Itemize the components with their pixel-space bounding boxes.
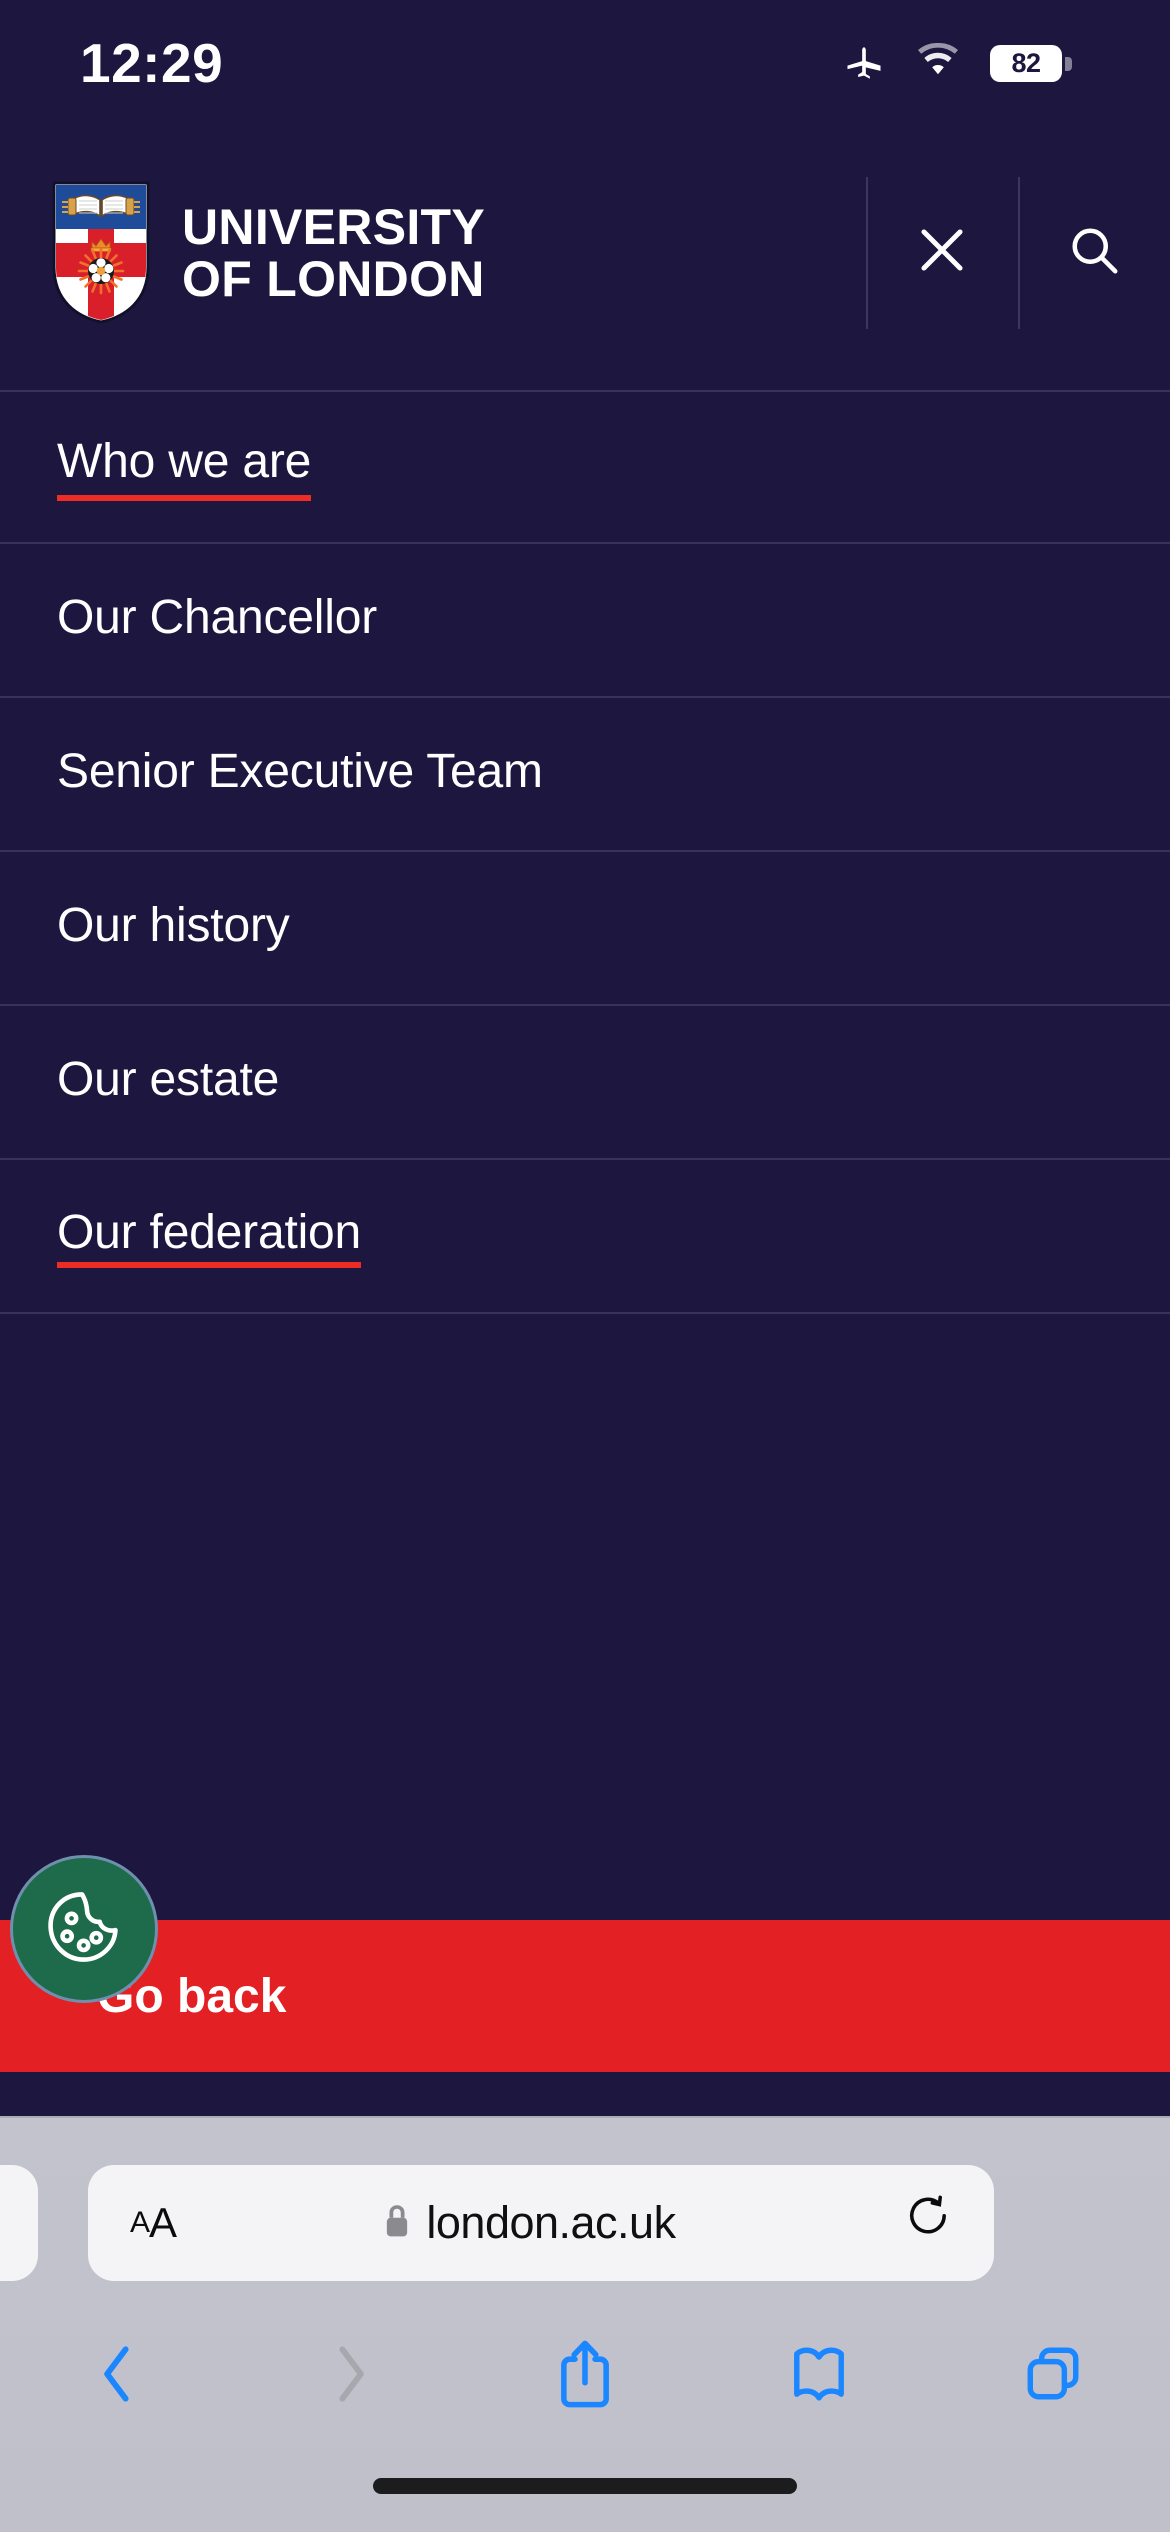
bookmarks-button[interactable] bbox=[702, 2342, 936, 2411]
status-icons: 82 bbox=[842, 39, 1072, 88]
safari-toolbar bbox=[0, 2316, 1170, 2436]
university-of-london-crest-icon bbox=[52, 181, 150, 324]
menu-item-label: Our estate bbox=[57, 1052, 280, 1106]
brand-wordmark: UNIVERSITY OF LONDON bbox=[182, 201, 485, 305]
chevron-right-icon bbox=[324, 2342, 378, 2411]
menu-item-our-estate[interactable]: Our estate bbox=[0, 1006, 1170, 1160]
search-button[interactable] bbox=[1018, 176, 1170, 329]
brand-lockup[interactable]: UNIVERSITY OF LONDON bbox=[52, 181, 485, 324]
menu-item-senior-executive-team[interactable]: Senior Executive Team bbox=[0, 698, 1170, 852]
battery-tip bbox=[1065, 56, 1072, 71]
go-back-bar[interactable]: Go back bbox=[0, 1920, 1170, 2072]
reload-button[interactable] bbox=[864, 2194, 994, 2253]
close-menu-button[interactable] bbox=[866, 176, 1018, 329]
cookie-icon bbox=[38, 1881, 130, 1978]
menu-item-label: Our history bbox=[57, 898, 290, 952]
battery-indicator: 82 bbox=[990, 45, 1072, 82]
text-size-big-a: A bbox=[149, 2199, 177, 2246]
text-size-small-a: A bbox=[129, 2206, 150, 2239]
adjacent-tab-peek[interactable] bbox=[0, 2165, 38, 2281]
lock-icon bbox=[382, 2203, 412, 2244]
share-button[interactable] bbox=[468, 2337, 702, 2416]
header-actions bbox=[866, 176, 1170, 329]
phone-screen: 12:29 82 UNIVERSITY OF LONDON Who we are… bbox=[0, 0, 1170, 2532]
menu-item-our-chancellor[interactable]: Our Chancellor bbox=[0, 544, 1170, 698]
menu-item-label: Who we are bbox=[57, 434, 311, 501]
search-icon bbox=[1064, 220, 1124, 285]
safari-bottom-bar: AA london.ac.uk bbox=[0, 2116, 1170, 2532]
brand-line-2: OF LONDON bbox=[182, 250, 485, 307]
status-bar: 12:29 82 bbox=[0, 0, 1170, 115]
mobile-menu-list: Who we are Our Chancellor Senior Executi… bbox=[0, 390, 1170, 1314]
home-indicator bbox=[373, 2478, 797, 2494]
reload-icon bbox=[903, 2194, 955, 2253]
menu-item-who-we-are[interactable]: Who we are bbox=[0, 390, 1170, 544]
close-icon bbox=[911, 219, 973, 286]
menu-item-label: Our federation bbox=[57, 1205, 361, 1268]
wifi-icon bbox=[914, 42, 962, 84]
book-icon bbox=[788, 2342, 850, 2411]
tabs-button[interactable] bbox=[936, 2342, 1170, 2411]
forward-button[interactable] bbox=[234, 2342, 468, 2411]
menu-item-label: Our Chancellor bbox=[57, 590, 378, 644]
airplane-icon bbox=[842, 39, 886, 88]
site-header: UNIVERSITY OF LONDON bbox=[0, 115, 1170, 390]
menu-item-label: Senior Executive Team bbox=[57, 744, 543, 798]
status-time: 12:29 bbox=[80, 31, 224, 94]
url-display[interactable]: london.ac.uk bbox=[206, 2197, 852, 2249]
tabs-icon bbox=[1022, 2342, 1084, 2411]
url-text: london.ac.uk bbox=[426, 2197, 676, 2248]
chevron-left-icon bbox=[90, 2342, 144, 2411]
menu-item-our-federation[interactable]: Our federation bbox=[0, 1160, 1170, 1314]
cookie-settings-button[interactable] bbox=[10, 1855, 158, 2003]
brand-line-1: UNIVERSITY bbox=[182, 198, 486, 255]
address-bar[interactable]: AA london.ac.uk bbox=[88, 2165, 994, 2281]
back-button[interactable] bbox=[0, 2342, 234, 2411]
text-size-button[interactable]: AA bbox=[88, 2199, 218, 2247]
menu-item-our-history[interactable]: Our history bbox=[0, 852, 1170, 1006]
battery-level: 82 bbox=[1011, 48, 1041, 78]
share-icon bbox=[555, 2337, 615, 2416]
battery-body: 82 bbox=[990, 45, 1062, 82]
